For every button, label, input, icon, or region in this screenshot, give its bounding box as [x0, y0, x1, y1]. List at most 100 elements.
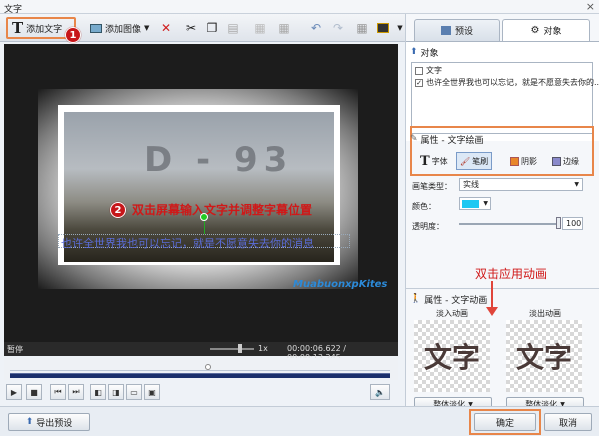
rotate-handle[interactable]: [200, 213, 208, 221]
tab-shadow[interactable]: 阴影: [506, 152, 541, 170]
zoom-level: 1x: [258, 344, 268, 353]
objects-header-icon: ⬆: [410, 47, 418, 57]
list-item[interactable]: ✓ 也许全世界我也可以忘记，就是不愿意失去你的..: [415, 77, 599, 88]
tab-font[interactable]: T 字体: [416, 152, 452, 170]
add-image-label: 添加图像: [105, 24, 142, 35]
tab-presets-label: 预设: [454, 27, 473, 37]
zoom-slider[interactable]: [210, 348, 254, 350]
fullscreen-icon[interactable]: ▣: [144, 384, 160, 400]
presets-icon: [440, 26, 451, 35]
color-picker[interactable]: ▼: [459, 197, 491, 210]
redo-icon[interactable]: ↷: [330, 20, 346, 36]
panel-edge: [409, 166, 414, 436]
ok-button[interactable]: 确定: [474, 413, 536, 431]
step2-badge: 2: [110, 202, 126, 218]
list-item[interactable]: 文字: [415, 65, 442, 76]
playhead[interactable]: [204, 364, 211, 370]
opacity-slider-thumb[interactable]: [556, 217, 561, 229]
export-icon: ⬆: [25, 417, 34, 427]
prev-frame-icon[interactable]: ⏮: [50, 384, 66, 400]
next-frame-icon[interactable]: ⏭: [68, 384, 84, 400]
add-text-label: 添加文字: [26, 24, 63, 35]
color-swatch: [462, 199, 479, 208]
chevron-down-icon: ▼: [574, 181, 579, 188]
clip-icon[interactable]: ▭: [126, 384, 142, 400]
add-image-button[interactable]: 添加图像 ▼: [86, 17, 156, 39]
tab-objects[interactable]: ⚙ 对象: [502, 19, 590, 41]
progress-track[interactable]: [10, 373, 390, 378]
checkbox-checked[interactable]: ✓: [415, 78, 423, 87]
cancel-button[interactable]: 取消: [544, 413, 592, 431]
format2-icon[interactable]: ▦: [276, 20, 292, 36]
checkbox[interactable]: [415, 66, 423, 75]
format-icon[interactable]: ▦: [252, 20, 268, 36]
step1-badge: 1: [65, 27, 81, 43]
brush-type-select[interactable]: 实线 ▼: [459, 178, 583, 191]
background-icon[interactable]: [375, 20, 391, 36]
subtitle-text[interactable]: 也许全世界我也可以忘记，就是不愿意失去你的消息: [61, 235, 314, 251]
title-bar: 文字 ×: [0, 0, 599, 15]
border-icon: [552, 156, 561, 166]
bottom-bar: ⬆ 导出预设 确定 取消: [0, 406, 599, 436]
cut-icon[interactable]: ✂: [183, 20, 199, 36]
grid-icon[interactable]: ▦: [354, 20, 370, 36]
fade-in-preview-text: 文字: [423, 341, 480, 374]
opacity-slider[interactable]: [459, 223, 559, 225]
opacity-input[interactable]: 100: [562, 217, 583, 230]
volume-icon[interactable]: 🔈: [370, 384, 390, 400]
ok-label: 确定: [495, 418, 514, 429]
playback-controls: ▶ ■ ⏮ ⏭ ◧ ◨ ▭ ▣ 🔈: [4, 380, 398, 404]
instruction-text: 双击屏幕输入文字并调整字幕位置: [132, 203, 313, 217]
stop-icon[interactable]: ■: [26, 384, 42, 400]
play-icon[interactable]: ▶: [6, 384, 22, 400]
animation-header: 🚶 属性 - 文字动画: [410, 292, 487, 306]
opacity-value: 100: [566, 219, 582, 228]
cancel-label: 取消: [558, 418, 577, 429]
mark-out-icon[interactable]: ◨: [108, 384, 124, 400]
export-preset-button[interactable]: ⬆ 导出预设: [8, 413, 90, 431]
fade-out-preview[interactable]: 文字: [506, 320, 582, 392]
objects-icon: ⚙: [530, 25, 540, 36]
arrow-icon: [486, 281, 498, 316]
dropdown-arrow-icon[interactable]: ▼: [144, 24, 149, 32]
tab-font-label: 字体: [431, 156, 448, 166]
tab-shadow-label: 阴影: [521, 156, 537, 166]
image-icon: [90, 23, 102, 33]
timeline-ruler: [10, 362, 390, 371]
right-panel: 预设 ⚙ 对象 ⬆ 对象 文字 ✓ 也许全世界我也可以忘记，就是不愿意失去你的.…: [405, 14, 599, 411]
tab-border-label: 边缘: [563, 156, 579, 166]
objects-list[interactable]: 文字 ✓ 也许全世界我也可以忘记，就是不愿意失去你的..: [411, 62, 599, 134]
paste-icon[interactable]: ▤: [225, 20, 241, 36]
copy-icon[interactable]: ❐: [204, 20, 220, 36]
attributes-header: ✎ 属性 - 文字绘画: [410, 132, 484, 146]
fade-out-label: 淡出动画: [529, 309, 561, 318]
brush-icon: 🖌: [460, 156, 471, 166]
objects-header: ⬆ 对象: [410, 45, 439, 59]
font-t-icon: T: [420, 153, 430, 169]
fade-in-label: 淡入动画: [436, 309, 468, 318]
playback-state: 暂停: [7, 345, 23, 354]
list-item-label: 也许全世界我也可以忘记，就是不愿意失去你的..: [426, 78, 599, 87]
tab-border[interactable]: 边缘: [548, 152, 583, 170]
fade-out-preview-text: 文字: [515, 341, 572, 374]
timeline[interactable]: [4, 358, 398, 380]
export-preset-label: 导出预设: [36, 418, 73, 429]
close-icon[interactable]: ×: [586, 0, 595, 13]
fade-in-preview[interactable]: 文字: [414, 320, 490, 392]
tab-brush[interactable]: 🖌 笔刷: [456, 152, 493, 170]
list-item-label: 文字: [426, 66, 442, 75]
tab-objects-label: 对象: [543, 27, 562, 37]
delete-icon[interactable]: ✕: [158, 20, 174, 36]
zoom-slider-thumb[interactable]: [238, 344, 242, 353]
undo-icon[interactable]: ↶: [308, 20, 324, 36]
status-bar: 暂停 1x 00:00:06.622 / 00:00:13.245: [4, 342, 398, 362]
tab-presets[interactable]: 预设: [414, 19, 500, 41]
attributes-header-label: 属性 - 文字绘画: [420, 135, 484, 146]
divider: [406, 288, 599, 289]
tab-brush-label: 笔刷: [472, 156, 489, 166]
chevron-down-icon: ▼: [483, 200, 488, 207]
brush-header-icon: ✎: [410, 134, 418, 144]
opacity-label: 透明度：: [412, 222, 444, 231]
mark-in-icon[interactable]: ◧: [90, 384, 106, 400]
brush-type-label: 画笔类型：: [412, 182, 452, 191]
